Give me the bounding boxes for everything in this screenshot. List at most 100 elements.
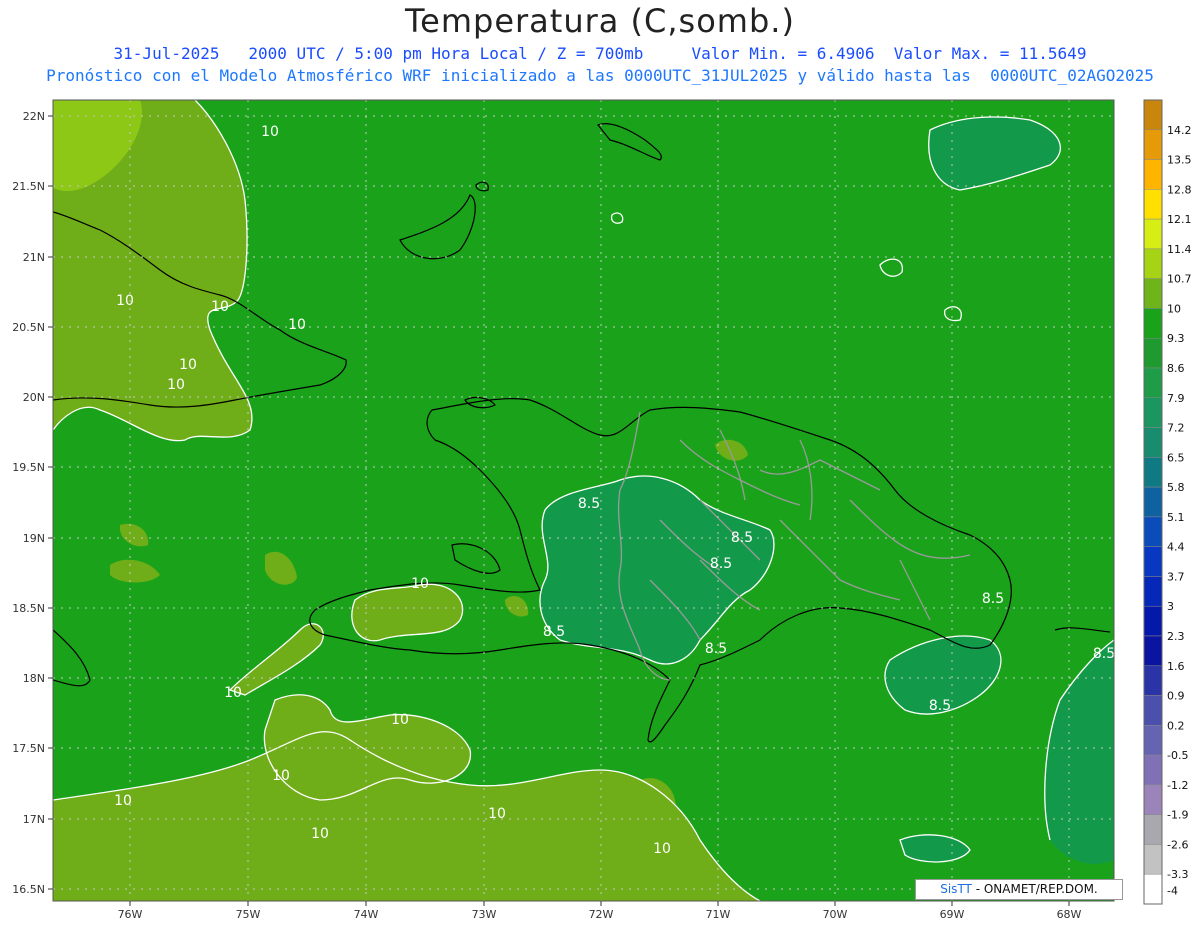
colorbar-label: 0.9 <box>1167 690 1185 703</box>
colorbar-label: -1.9 <box>1167 809 1188 822</box>
credit-text: - ONAMET/REP.DOM. <box>971 882 1098 896</box>
colorbar-label: 3.7 <box>1167 570 1185 583</box>
colorbar-swatch <box>1143 367 1163 399</box>
colorbar-swatch <box>1143 873 1163 905</box>
colorbar-label: 7.2 <box>1167 422 1185 435</box>
contour-value-label: 10 <box>311 826 329 842</box>
colorbar-label: -1.2 <box>1167 779 1188 792</box>
lon-label: 70W <box>823 908 848 921</box>
contour-value-label: 10 <box>179 357 197 373</box>
lat-label: 18.5N <box>12 602 45 615</box>
colorbar-swatch <box>1143 844 1163 875</box>
contour-value-label: 8.5 <box>578 496 600 512</box>
contour-value-label: 10 <box>488 806 506 822</box>
contour-value-label: 10 <box>653 841 671 857</box>
colorbar-swatch <box>1143 635 1163 667</box>
contour-value-label: 8.5 <box>929 698 951 714</box>
credit-box: SisTT - ONAMET/REP.DOM. <box>915 879 1123 900</box>
colorbar-swatch <box>1143 605 1163 637</box>
colorbar-label: 11.4 <box>1167 243 1192 256</box>
contour-value-label: 10 <box>391 712 409 728</box>
contour-value-label: 10 <box>272 768 290 784</box>
contour-value-label: 8.5 <box>705 641 727 657</box>
lat-label: 19N <box>23 532 45 545</box>
colorbar-swatch <box>1143 486 1163 518</box>
weather-map: 10 10 10 10 10 10 10 10 10 10 10 10 10 10 8.5 8.5 8.5 8.5… <box>12 99 1192 921</box>
colorbar-label: -3.3 <box>1167 868 1188 881</box>
contour-value-label: 10 <box>224 685 242 701</box>
contour-value-label: 8.5 <box>710 556 732 572</box>
longitude-axis: 76W 75W 74W 73W 72W 71W 70W 69W 68W <box>118 901 1082 921</box>
colorbar-label: 0.2 <box>1167 719 1185 732</box>
colorbar-label: 7.9 <box>1167 392 1185 405</box>
lat-label: 20.5N <box>12 321 45 334</box>
lon-label: 71W <box>706 908 731 921</box>
lon-label: 76W <box>118 908 143 921</box>
lat-label: 16.5N <box>12 883 45 896</box>
colorbar-swatch <box>1143 99 1163 131</box>
contour-value-label: 8.5 <box>1093 646 1115 662</box>
contour-value-label: 10 <box>411 576 429 592</box>
lat-label: 17.5N <box>12 742 45 755</box>
lon-label: 75W <box>236 908 261 921</box>
contour-value-label: 10 <box>211 299 229 315</box>
colorbar-label: 9.3 <box>1167 332 1185 345</box>
colorbar-label: 10.7 <box>1167 273 1192 286</box>
lat-label: 17N <box>23 813 45 826</box>
contour-value-label: 10 <box>114 793 132 809</box>
contour-value-label: 10 <box>261 124 279 140</box>
colorbar-swatch <box>1143 814 1163 845</box>
colorbar-swatch <box>1143 516 1163 547</box>
colorbar-label: 5.8 <box>1167 481 1185 494</box>
contour-value-label: 10 <box>116 293 134 309</box>
colorbar-swatch <box>1143 159 1163 190</box>
colorbar-swatch <box>1143 754 1163 786</box>
colorbar-swatch <box>1143 397 1163 428</box>
colorbar-label: 2.3 <box>1167 630 1185 643</box>
lon-label: 73W <box>472 908 497 921</box>
lon-label: 69W <box>940 908 965 921</box>
lat-label: 22N <box>23 110 45 123</box>
lat-label: 19.5N <box>12 461 45 474</box>
lon-label: 72W <box>589 908 614 921</box>
colorbar-swatch <box>1143 278 1163 309</box>
colorbar-label: 3 <box>1167 600 1174 613</box>
colorbar-label: -4 <box>1167 885 1178 898</box>
colorbar-label: 4.4 <box>1167 541 1185 554</box>
lat-label: 21N <box>23 251 45 264</box>
colorbar-swatch <box>1143 129 1163 160</box>
colorbar-label: 10 <box>1167 302 1181 315</box>
colorbar-label: 12.8 <box>1167 183 1192 196</box>
colorbar-label: 5.1 <box>1167 511 1185 524</box>
colorbar-label: 6.5 <box>1167 451 1185 464</box>
colorbar-swatch <box>1143 457 1163 488</box>
colorbar-swatch <box>1143 248 1163 279</box>
colorbar-swatch <box>1143 218 1163 250</box>
colorbar-label: 14.2 <box>1167 124 1192 137</box>
colorbar-label: -0.5 <box>1167 749 1188 762</box>
colorbar-swatch <box>1143 665 1163 696</box>
contour-value-label: 8.5 <box>982 591 1004 607</box>
colorbar-swatch <box>1143 337 1163 369</box>
lat-label: 18N <box>23 672 45 685</box>
colorbar-swatch <box>1143 784 1163 815</box>
colorbar-swatch <box>1143 427 1163 458</box>
colorbar: 14.2 13.5 12.8 12.1 11.4 10.7 10 9.3 8.6 7.9 7.2 6.… <box>1143 99 1192 905</box>
latitude-axis: 22N 21.5N 21N 20.5N 20N 19.5N 19N 18.5N 18N 17.5N… <box>12 110 53 896</box>
colorbar-label: -2.6 <box>1167 838 1188 851</box>
contour-value-label: 8.5 <box>543 624 565 640</box>
colorbar-swatch <box>1143 576 1163 607</box>
colorbar-swatch <box>1143 725 1163 756</box>
colorbar-swatch <box>1143 308 1163 339</box>
colorbar-label: 12.1 <box>1167 213 1192 226</box>
colorbar-swatch <box>1143 695 1163 726</box>
contour-value-label: 8.5 <box>731 530 753 546</box>
lon-label: 74W <box>354 908 379 921</box>
lon-label: 68W <box>1057 908 1082 921</box>
lat-label: 20N <box>23 391 45 404</box>
credit-brand: SisTT <box>940 882 972 896</box>
colorbar-swatch <box>1143 546 1163 577</box>
contour-value-label: 10 <box>288 317 306 333</box>
contour-value-label: 10 <box>167 377 185 393</box>
colorbar-label: 8.6 <box>1167 362 1185 375</box>
